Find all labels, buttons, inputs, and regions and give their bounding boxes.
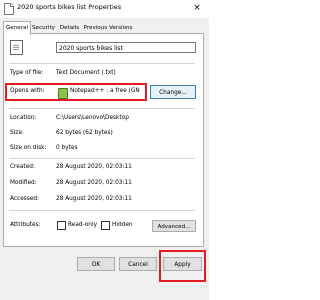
apply-highlight [159, 250, 206, 282]
divider [9, 210, 195, 211]
size-on-disk-label: Size on disk: [10, 145, 47, 151]
opens-with-label: Opens with: [10, 88, 45, 94]
created-label: Created: [10, 164, 35, 170]
close-icon[interactable]: × [188, 2, 206, 15]
divider [9, 158, 195, 159]
title-bar: 2020 sports bikes list Properties × [0, 0, 209, 18]
read-only-checkbox[interactable] [57, 221, 66, 230]
accessed-value: 28 August 2020, 02:03:11 [56, 196, 132, 202]
advanced-button[interactable]: Advanced... [152, 220, 196, 232]
location-value: C:\Users\Lenovo\Desktop [56, 115, 129, 121]
size-value: 62 bytes (62 bytes) [56, 130, 113, 136]
created-value: 28 August 2020, 02:03:11 [56, 164, 132, 170]
hidden-label: Hidden [112, 222, 133, 228]
text-document-icon [10, 40, 23, 55]
ok-button[interactable]: OK [77, 257, 115, 271]
divider [9, 63, 195, 64]
read-only-label: Read-only [68, 222, 98, 228]
opens-with-value: Notepad++ : a free (GN [70, 88, 140, 94]
type-value: Text Document (.txt) [56, 70, 116, 76]
tab-general[interactable]: General [3, 21, 31, 35]
divider [9, 108, 195, 109]
general-tab-panel [3, 33, 204, 247]
location-label: Location: [10, 115, 37, 121]
size-label: Size: [10, 130, 24, 136]
accessed-label: Accessed: [10, 196, 40, 202]
type-label: Type of file: [10, 70, 44, 76]
change-button[interactable]: Change... [150, 85, 196, 99]
modified-value: 28 August 2020, 02:03:11 [56, 180, 132, 186]
attributes-label: Attributes: [10, 222, 41, 228]
size-on-disk-value: 0 bytes [56, 145, 78, 151]
cancel-button[interactable]: Cancel [119, 257, 157, 271]
document-icon [4, 3, 14, 15]
modified-label: Modified: [10, 180, 37, 186]
notepad-plus-plus-icon [58, 88, 68, 99]
hidden-checkbox[interactable] [101, 221, 110, 230]
file-name-input[interactable]: 2020 sports bikes list [56, 42, 196, 53]
window-title: 2020 sports bikes list Properties [17, 3, 122, 11]
